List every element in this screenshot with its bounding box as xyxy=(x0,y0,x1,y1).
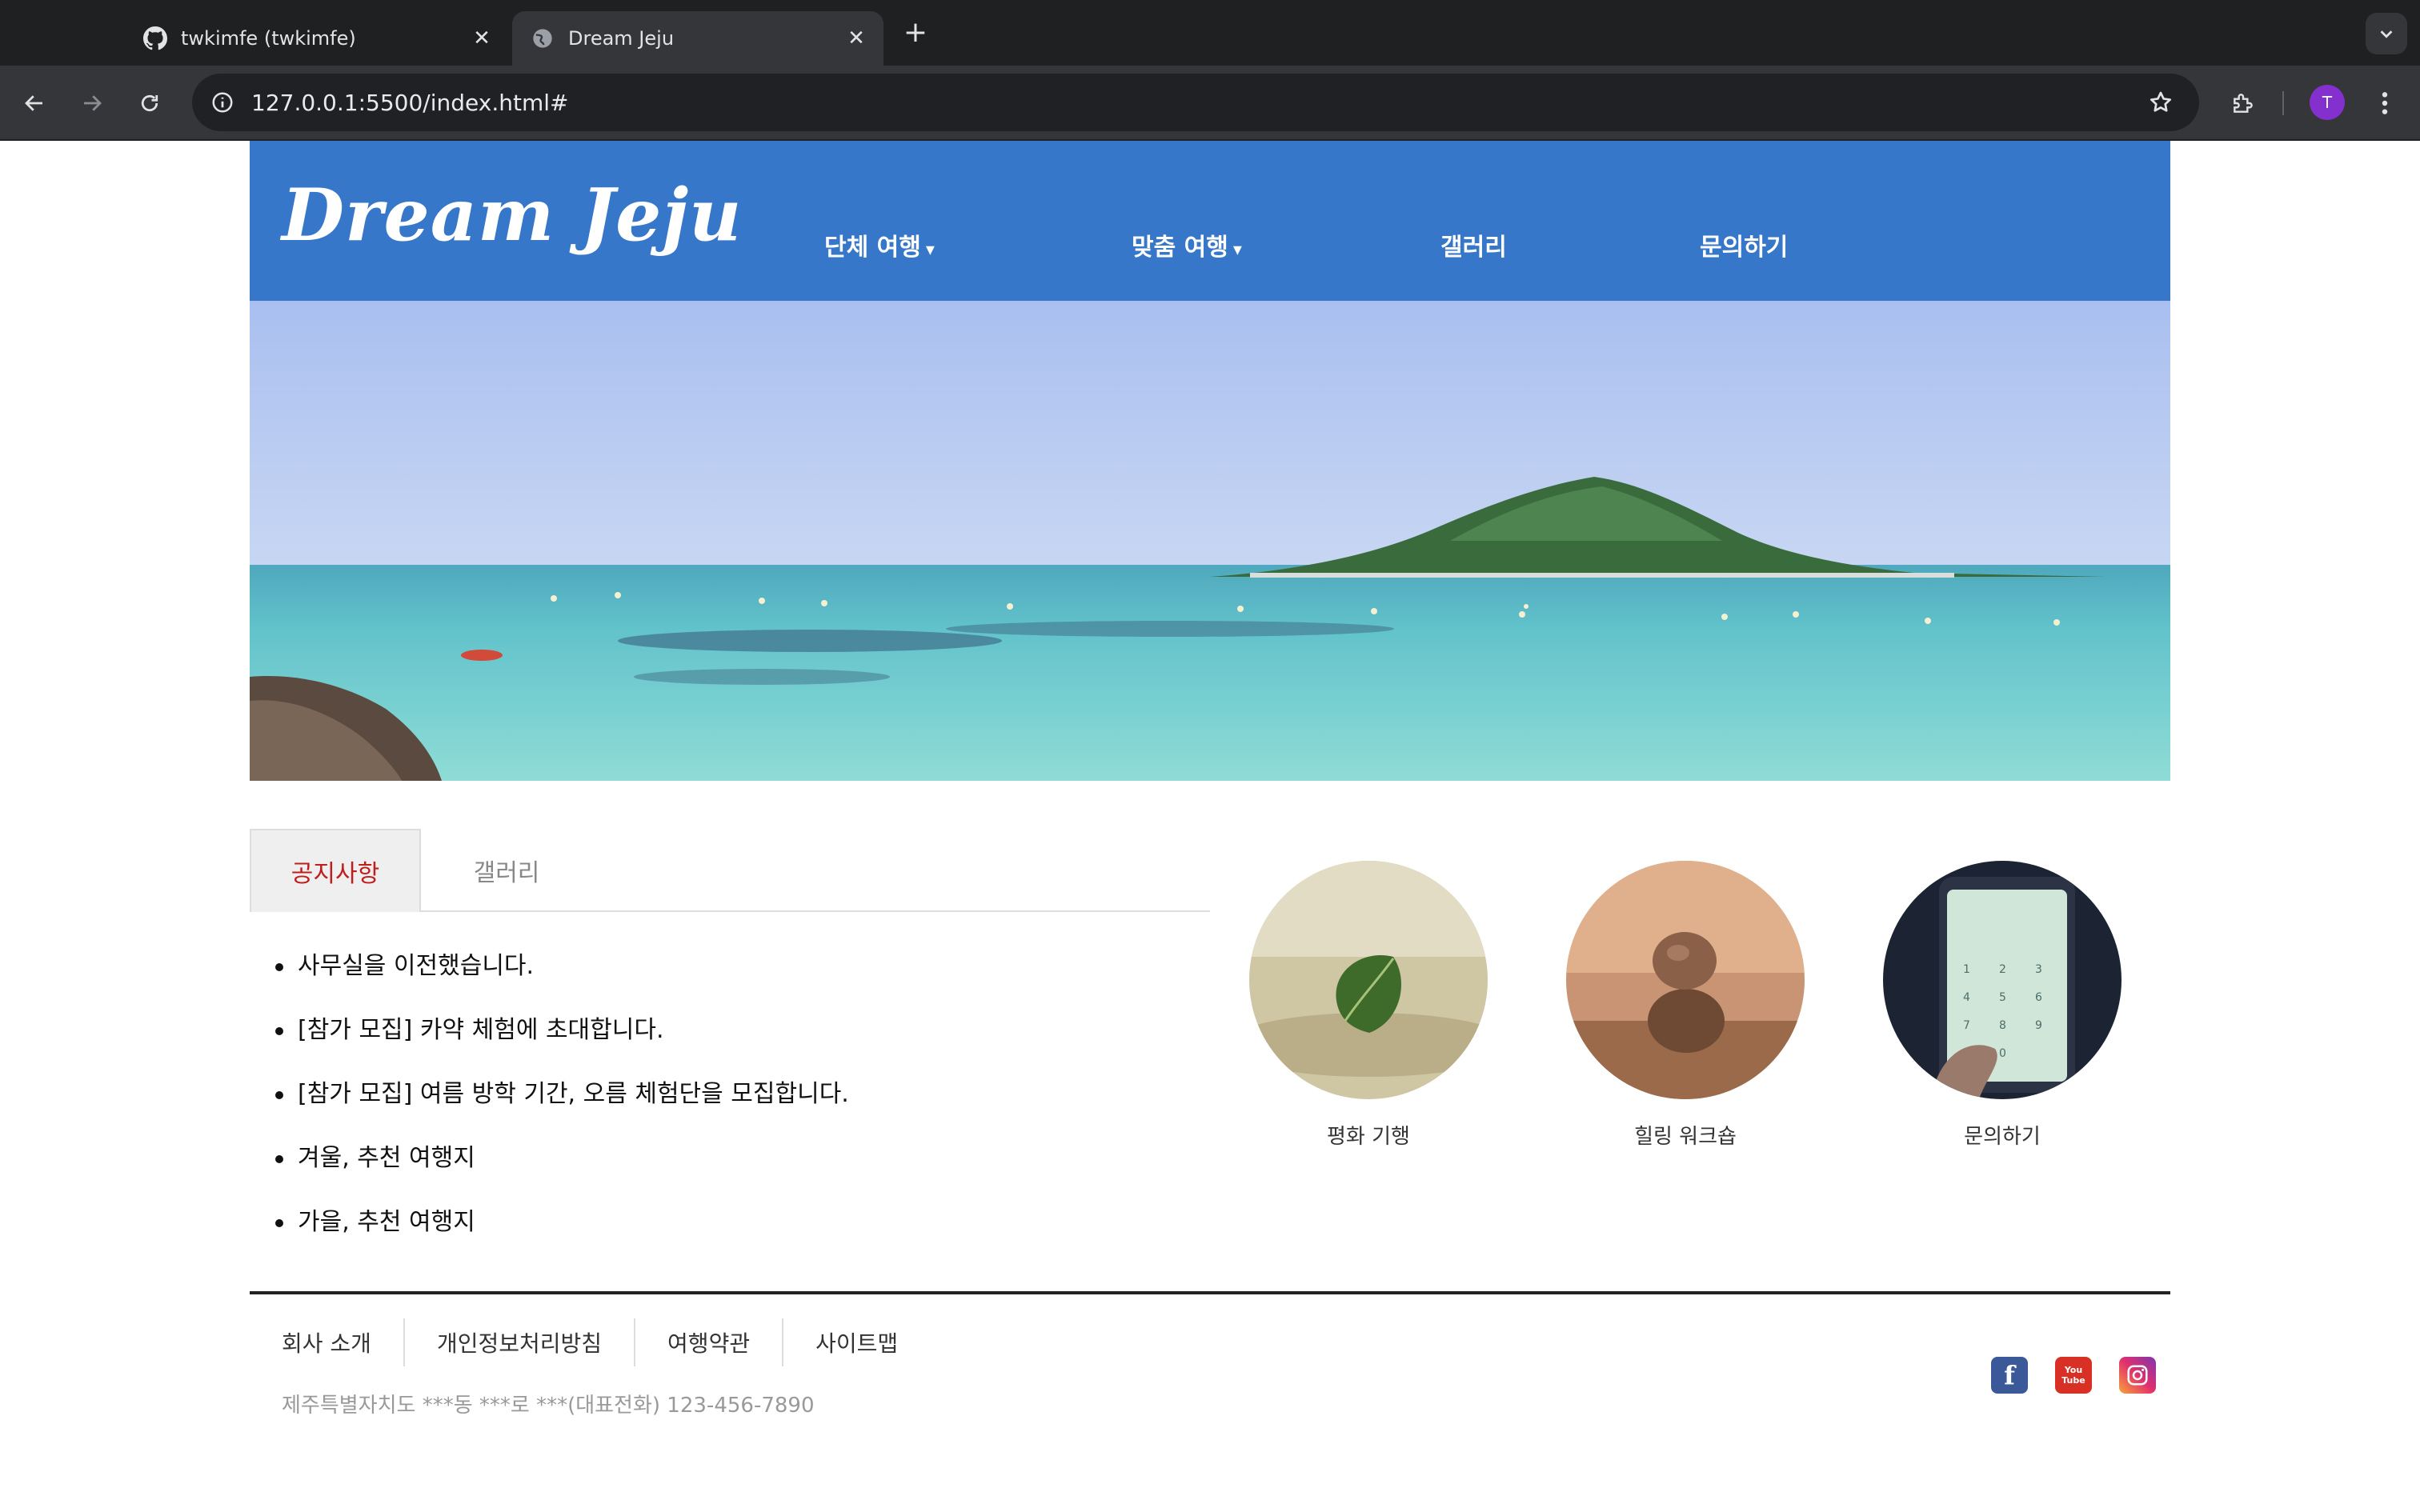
nav-group-tour[interactable]: 단체 여행 ▾ xyxy=(824,227,935,262)
nav-gallery[interactable]: 갤러리 xyxy=(1440,227,1507,262)
tab-title: Dream Jeju xyxy=(568,27,675,50)
svg-text:8: 8 xyxy=(1999,1019,2006,1032)
address-bar[interactable]: 127.0.0.1:5500/index.html# xyxy=(192,74,2199,131)
footer-link-sitemap[interactable]: 사이트맵 xyxy=(782,1318,930,1366)
browser-tab-strip: twkimfe (twkimfe) ✕ Dream Jeju ✕ + xyxy=(0,0,2420,66)
quick-link-label: 평화 기행 xyxy=(1327,1125,1410,1149)
hero-banner-image xyxy=(250,301,2170,781)
nav-label: 맞춤 여행 xyxy=(1132,234,1228,262)
svg-text:4: 4 xyxy=(1963,991,1970,1004)
svg-text:2: 2 xyxy=(1999,963,2006,976)
quick-link-contact[interactable]: 1 2 3 4 5 6 7 8 9 0 문의하기 xyxy=(1882,861,2122,1150)
quick-link-label: 문의하기 xyxy=(1964,1125,2041,1149)
site-header: Dream Jeju 단체 여행 ▾ 맞춤 여행 ▾ 갤러리 문의하기 xyxy=(250,141,2170,301)
url-text[interactable]: 127.0.0.1:5500/index.html# xyxy=(251,90,568,116)
footer-link-terms[interactable]: 여행약관 xyxy=(634,1318,782,1366)
nav-label: 단체 여행 xyxy=(824,234,921,262)
profile-avatar[interactable]: T xyxy=(2310,85,2345,120)
dropdown-caret-icon: ▾ xyxy=(925,240,935,260)
youtube-wordmark: You Tube xyxy=(2061,1365,2085,1386)
svg-text:1: 1 xyxy=(1963,963,1970,976)
instagram-icon[interactable] xyxy=(2119,1357,2156,1394)
stacked-stones-image[interactable] xyxy=(1566,861,1805,1099)
dropdown-caret-icon: ▾ xyxy=(1232,240,1242,260)
svg-text:7: 7 xyxy=(1963,1019,1970,1032)
notice-item[interactable]: [참가 모집] 카약 체험에 초대합니다. xyxy=(250,1016,1210,1080)
quick-link-label: 힐링 워크숍 xyxy=(1634,1125,1737,1149)
browser-toolbar: 127.0.0.1:5500/index.html# T xyxy=(0,66,2420,141)
svg-text:9: 9 xyxy=(2035,1019,2042,1032)
facebook-icon[interactable]: f xyxy=(1991,1357,2028,1394)
notice-item[interactable]: [참가 모집] 여름 방학 기간, 오름 체험단을 모집합니다. xyxy=(250,1080,1210,1144)
leaf-on-sand-image[interactable] xyxy=(1249,861,1488,1099)
notice-item[interactable]: 사무실을 이전했습니다. xyxy=(250,952,1210,1016)
extensions-puzzle-icon[interactable] xyxy=(2223,83,2263,123)
phone-dialer-image[interactable]: 1 2 3 4 5 6 7 8 9 0 xyxy=(1883,861,2122,1099)
github-icon xyxy=(142,26,168,51)
quick-link-peace-trip[interactable]: 평화 기행 xyxy=(1248,861,1488,1150)
notice-list: 사무실을 이전했습니다. [참가 모집] 카약 체험에 초대합니다. [참가 모… xyxy=(250,952,1210,1272)
quick-link-healing-workshop[interactable]: 힐링 워크숍 xyxy=(1565,861,1805,1150)
close-tab-icon[interactable]: ✕ xyxy=(840,22,872,54)
footer-divider xyxy=(250,1291,2170,1294)
facebook-letter: f xyxy=(2004,1360,2015,1390)
svg-text:3: 3 xyxy=(2035,963,2042,976)
new-tab-plus-icon[interactable]: + xyxy=(899,16,932,49)
browser-tab-dream-jeju[interactable]: Dream Jeju ✕ xyxy=(512,11,883,66)
tab-search-chevron-icon[interactable] xyxy=(2366,13,2407,54)
svg-text:5: 5 xyxy=(1999,991,2006,1004)
browser-tab-github[interactable]: twkimfe (twkimfe) ✕ xyxy=(125,11,509,66)
footer-links: 회사 소개 개인정보처리방침 여행약관 사이트맵 xyxy=(250,1318,930,1366)
content-tab-bar: 공지사항 갤러리 xyxy=(250,829,1210,912)
nav-custom-tour[interactable]: 맞춤 여행 ▾ xyxy=(1132,227,1242,262)
site-logo[interactable]: Dream Jeju xyxy=(282,173,742,258)
bookmark-star-icon[interactable] xyxy=(2145,86,2177,118)
tab-gallery[interactable]: 갤러리 xyxy=(421,829,592,912)
more-menu-icon[interactable] xyxy=(2369,83,2401,123)
notice-item[interactable]: 가을, 추천 여행지 xyxy=(250,1208,1210,1272)
notice-item[interactable]: 겨울, 추천 여행지 xyxy=(250,1144,1210,1208)
forward-arrow-icon[interactable] xyxy=(72,83,112,123)
footer-link-privacy[interactable]: 개인정보처리방침 xyxy=(403,1318,634,1366)
site-info-icon[interactable] xyxy=(206,86,238,118)
footer-address: 제주특별자치도 ***동 ***로 ***(대표전화) 123-456-7890 xyxy=(282,1394,815,1418)
tab-notice[interactable]: 공지사항 xyxy=(250,829,421,912)
close-tab-icon[interactable]: ✕ xyxy=(466,22,498,54)
nav-contact[interactable]: 문의하기 xyxy=(1700,227,1788,262)
notice-gallery-panel: 공지사항 갤러리 사무실을 이전했습니다. [참가 모집] 카약 체험에 초대합… xyxy=(250,829,1210,1272)
globe-icon xyxy=(530,26,555,51)
toolbar-divider xyxy=(2282,91,2284,115)
youtube-icon[interactable]: You Tube xyxy=(2055,1357,2092,1394)
footer-link-about[interactable]: 회사 소개 xyxy=(250,1318,403,1366)
svg-text:6: 6 xyxy=(2035,991,2042,1004)
reload-icon[interactable] xyxy=(130,83,170,123)
svg-text:0: 0 xyxy=(1999,1047,2006,1060)
tab-title: twkimfe (twkimfe) xyxy=(181,27,356,50)
back-arrow-icon[interactable] xyxy=(14,83,54,123)
